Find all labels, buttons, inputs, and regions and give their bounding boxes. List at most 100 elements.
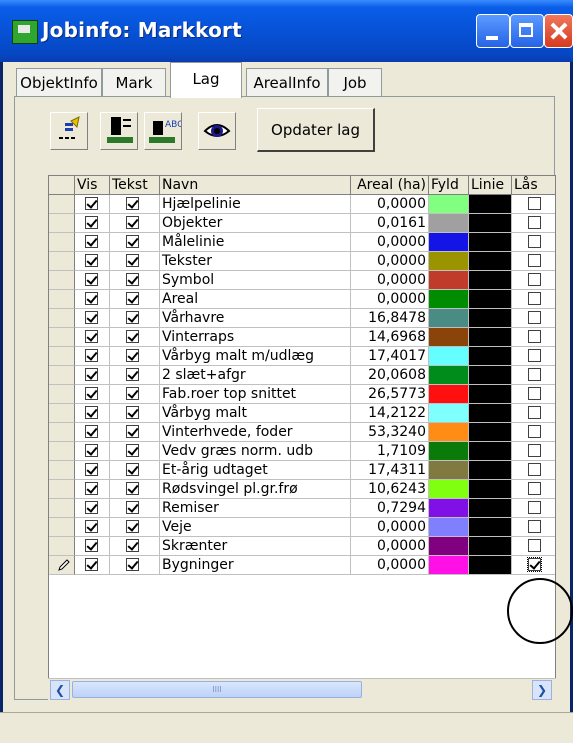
fill-color-swatch[interactable]	[429, 404, 469, 423]
line-color-swatch[interactable]	[469, 195, 512, 214]
scroll-right-icon[interactable]: ❯	[532, 680, 552, 700]
lock-checkbox[interactable]	[528, 444, 541, 457]
label-checkbox[interactable]	[126, 406, 139, 419]
visible-checkbox[interactable]	[85, 254, 98, 267]
visible-checkbox[interactable]	[85, 558, 98, 571]
line-color-swatch[interactable]	[469, 442, 512, 461]
label-checkbox[interactable]	[126, 197, 139, 210]
line-color-swatch[interactable]	[469, 518, 512, 537]
table-row[interactable]: Vedv græs norm. udb 1,7109	[49, 442, 555, 461]
line-color-swatch[interactable]	[469, 252, 512, 271]
column-header-fyld[interactable]: Fyld	[429, 176, 469, 195]
label-checkbox[interactable]	[126, 463, 139, 476]
layer-properties-button[interactable]	[50, 112, 88, 150]
row-indicator[interactable]	[49, 233, 75, 252]
table-row[interactable]: Objekter 0,0161	[49, 214, 555, 233]
column-header-navn[interactable]: Navn	[160, 176, 351, 195]
layer-name-cell[interactable]: Et-årig udtaget	[160, 461, 351, 480]
row-indicator[interactable]	[49, 214, 75, 233]
layer-name-cell[interactable]: Objekter	[160, 214, 351, 233]
visible-checkbox[interactable]	[85, 482, 98, 495]
lock-checkbox[interactable]	[528, 463, 541, 476]
line-color-swatch[interactable]	[469, 404, 512, 423]
visible-checkbox[interactable]	[85, 292, 98, 305]
scroll-thumb[interactable]: IIII	[72, 681, 362, 698]
lock-checkbox[interactable]	[528, 387, 541, 400]
label-checkbox[interactable]	[126, 501, 139, 514]
fill-color-swatch[interactable]	[429, 271, 469, 290]
fill-color-swatch[interactable]	[429, 195, 469, 214]
table-row[interactable]: Areal 0,0000	[49, 290, 555, 309]
visible-checkbox[interactable]	[85, 539, 98, 552]
layer-label-button[interactable]: ABC	[144, 112, 182, 150]
table-row[interactable]: Vinterraps 14,6968	[49, 328, 555, 347]
label-checkbox[interactable]	[126, 349, 139, 362]
fill-color-swatch[interactable]	[429, 214, 469, 233]
lock-checkbox[interactable]	[528, 273, 541, 286]
lock-checkbox[interactable]	[528, 216, 541, 229]
row-indicator[interactable]	[49, 423, 75, 442]
layer-name-cell[interactable]: Fab.roer top snittet	[160, 385, 351, 404]
row-indicator[interactable]	[49, 309, 75, 328]
tab-mark[interactable]: Mark	[102, 68, 166, 96]
label-checkbox[interactable]	[126, 235, 139, 248]
line-color-swatch[interactable]	[469, 385, 512, 404]
line-color-swatch[interactable]	[469, 556, 512, 575]
label-checkbox[interactable]	[126, 387, 139, 400]
row-indicator[interactable]	[49, 252, 75, 271]
tab-objektinfo[interactable]: ObjektInfo	[16, 68, 102, 96]
label-checkbox[interactable]	[126, 558, 139, 571]
row-indicator[interactable]	[49, 347, 75, 366]
label-checkbox[interactable]	[126, 368, 139, 381]
fill-color-swatch[interactable]	[429, 309, 469, 328]
layer-name-cell[interactable]: Målelinie	[160, 233, 351, 252]
row-indicator[interactable]	[49, 556, 75, 575]
row-indicator[interactable]	[49, 328, 75, 347]
tab-job[interactable]: Job	[328, 68, 382, 96]
title-bar[interactable]: Jobinfo: Markkort	[0, 0, 573, 62]
visible-checkbox[interactable]	[85, 463, 98, 476]
layer-name-cell[interactable]: Vårhavre	[160, 309, 351, 328]
line-color-swatch[interactable]	[469, 347, 512, 366]
lock-checkbox[interactable]	[528, 254, 541, 267]
maximize-button[interactable]	[510, 14, 544, 48]
fill-color-swatch[interactable]	[429, 252, 469, 271]
line-color-swatch[interactable]	[469, 366, 512, 385]
lock-checkbox[interactable]	[528, 539, 541, 552]
label-checkbox[interactable]	[126, 273, 139, 286]
lock-checkbox[interactable]	[528, 235, 541, 248]
row-indicator[interactable]	[49, 385, 75, 404]
layer-name-cell[interactable]: Areal	[160, 290, 351, 309]
visible-checkbox[interactable]	[85, 406, 98, 419]
label-checkbox[interactable]	[126, 539, 139, 552]
layer-name-cell[interactable]: Skrænter	[160, 537, 351, 556]
row-indicator[interactable]	[49, 499, 75, 518]
visibility-button[interactable]	[198, 112, 236, 150]
visible-checkbox[interactable]	[85, 330, 98, 343]
label-checkbox[interactable]	[126, 254, 139, 267]
row-indicator[interactable]	[49, 480, 75, 499]
table-row[interactable]: Bygninger 0,0000	[49, 556, 555, 575]
fill-color-swatch[interactable]	[429, 347, 469, 366]
table-row[interactable]: Vinterhvede, foder 53,3240	[49, 423, 555, 442]
lock-checkbox[interactable]	[528, 197, 541, 210]
lock-checkbox[interactable]	[528, 330, 541, 343]
table-row[interactable]: Rødsvingel pl.gr.frø 10,6243	[49, 480, 555, 499]
row-indicator[interactable]	[49, 461, 75, 480]
layer-name-cell[interactable]: Symbol	[160, 271, 351, 290]
layer-name-cell[interactable]: Hjælpelinie	[160, 195, 351, 214]
table-row[interactable]: Vårbyg malt m/udlæg 17,4017	[49, 347, 555, 366]
lock-checkbox[interactable]	[528, 292, 541, 305]
line-color-swatch[interactable]	[469, 499, 512, 518]
visible-checkbox[interactable]	[85, 520, 98, 533]
table-row[interactable]: 2 slæt+afgr 20,0608	[49, 366, 555, 385]
table-row[interactable]: Fab.roer top snittet 26,5773	[49, 385, 555, 404]
lock-checkbox[interactable]	[528, 501, 541, 514]
layer-name-cell[interactable]: Vinterhvede, foder	[160, 423, 351, 442]
visible-checkbox[interactable]	[85, 444, 98, 457]
row-indicator[interactable]	[49, 271, 75, 290]
fill-color-swatch[interactable]	[429, 518, 469, 537]
scroll-left-icon[interactable]: ❮	[50, 680, 70, 700]
row-indicator[interactable]	[49, 442, 75, 461]
line-color-swatch[interactable]	[469, 214, 512, 233]
